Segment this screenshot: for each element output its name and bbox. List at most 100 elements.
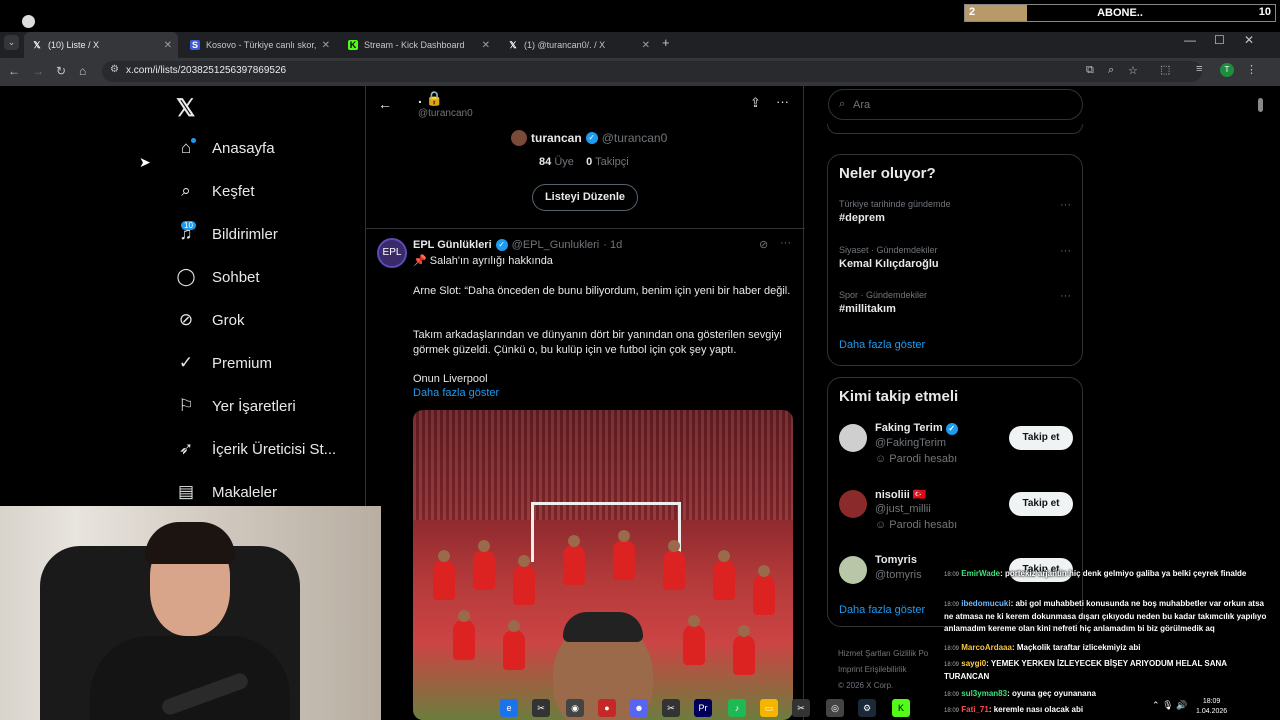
trends-title: Neler oluyor?	[839, 165, 936, 182]
tab-search-chevron-down-icon[interactable]: ⌄	[4, 35, 19, 50]
tab-kick[interactable]: K Stream - Kick Dashboard ✕	[340, 32, 496, 58]
window-close-icon[interactable]: ✕	[1244, 33, 1254, 47]
trend-item[interactable]: Siyaset · Gündemdekiler Kemal Kılıçdaroğ…	[839, 245, 1073, 270]
chrome-icon[interactable]: ◎	[826, 699, 844, 717]
file-explorer-icon[interactable]: ▭	[760, 699, 778, 717]
back-arrow-icon[interactable]: ←	[8, 64, 20, 78]
x-logo-icon[interactable]: 𝕏	[176, 94, 195, 123]
sidebar-item-chat[interactable]: ◯ Sohbet	[176, 267, 259, 287]
capcut-icon[interactable]: ✂	[532, 699, 550, 717]
capcut-icon[interactable]: ✂	[662, 699, 680, 717]
sidebar-item-label: Makaleler	[212, 483, 278, 501]
capcut-icon[interactable]: ✂	[792, 699, 810, 717]
article-icon: ▤	[177, 482, 195, 501]
media-controls-icon[interactable]: ≡	[1196, 63, 1202, 75]
tweet-author-name[interactable]: EPL Günlükleri	[413, 239, 492, 251]
zoom-icon[interactable]: ⌕	[1108, 64, 1114, 77]
sidebar-item-grok[interactable]: ⊘ Grok	[176, 310, 245, 330]
sidebar-item-label: Grok	[212, 311, 245, 329]
premiere-icon[interactable]: Pr	[694, 699, 712, 717]
list-owner[interactable]: turancan ✓ @turancan0	[511, 130, 667, 146]
obs-icon[interactable]: ◉	[566, 699, 584, 717]
taskbar-clock[interactable]: 18:09 1.04.2026	[1196, 697, 1227, 717]
discord-icon[interactable]: ☻	[630, 699, 648, 717]
followers-count[interactable]: 0	[586, 156, 592, 168]
spotify-icon[interactable]: ♪	[728, 699, 746, 717]
chat-message: 18:09 ibedomucuki: abi gol muhabbeti kon…	[944, 599, 1267, 633]
tweet-photo[interactable]	[413, 410, 793, 720]
sidebar-item-creator-studio[interactable]: ➶ İçerik Üreticisi St...	[176, 439, 336, 459]
steam-icon[interactable]: ⚙	[858, 699, 876, 717]
tweet-more-icon[interactable]: ···	[780, 237, 791, 249]
recorder-icon[interactable]: ●	[598, 699, 616, 717]
sidebar-item-articles[interactable]: ▤ Makaleler	[176, 482, 277, 502]
trends-show-more-link[interactable]: Daha fazla göster	[839, 339, 925, 351]
close-icon[interactable]: ✕	[322, 40, 330, 51]
follow-button[interactable]: Takip et	[1009, 492, 1073, 516]
profile-avatar[interactable]: T	[1220, 63, 1234, 77]
bookmark-star-icon[interactable]: ☆	[1128, 64, 1138, 77]
tweet-author-handle[interactable]: @EPL_Gunlukleri	[512, 239, 600, 251]
reload-icon[interactable]: ↻	[56, 64, 66, 78]
system-tray[interactable]: ⌃ 🎙 🔊	[1152, 700, 1187, 711]
tweet-text-line: Onun Liverpool	[413, 373, 488, 385]
forward-arrow-icon[interactable]: →	[32, 64, 44, 78]
lock-icon: 🔒	[425, 90, 444, 106]
edit-list-button[interactable]: Listeyi Düzenle	[532, 184, 638, 211]
follow-button[interactable]: Takip et	[1009, 426, 1073, 450]
chevron-up-icon: ⌃	[1152, 700, 1160, 710]
sidebar-item-premium[interactable]: ✓ Premium	[176, 353, 272, 373]
scrollbar-thumb[interactable]	[1258, 98, 1263, 112]
tab-profile[interactable]: 𝕏 (1) @turancan0/. / X ✕	[500, 32, 656, 58]
edge-icon[interactable]: e	[500, 699, 518, 717]
photo-player	[563, 535, 585, 585]
follow-suggestion[interactable]: nisoliii 🇹🇷 @just_millii ☺ Parodi hesabı…	[839, 488, 1073, 538]
maximize-icon[interactable]: ☐	[1214, 33, 1225, 47]
sidebar-item-label: Keşfet	[212, 182, 255, 200]
extensions-icon[interactable]: ⬚	[1160, 63, 1170, 76]
more-options-icon[interactable]: ···	[1060, 290, 1071, 302]
tab-liste[interactable]: 𝕏 (10) Liste / X ✕	[24, 32, 178, 58]
new-tab-plus-icon[interactable]: +	[662, 35, 670, 50]
clock-date: 1.04.2026	[1196, 708, 1228, 715]
notification-count-badge: 10	[181, 221, 196, 230]
members-label[interactable]: Üye	[554, 156, 574, 168]
verified-badge-icon: ✓	[585, 132, 598, 144]
close-icon[interactable]: ✕	[164, 40, 172, 51]
browser-menu-icon[interactable]: ⋮	[1246, 63, 1257, 76]
trend-context: Spor · Gündemdekiler	[839, 290, 928, 300]
trend-item[interactable]: Spor · Gündemdekiler #millitakım ···	[839, 290, 1073, 315]
site-info-icon[interactable]: ⚙	[110, 64, 119, 75]
tweet-show-more-link[interactable]: Daha fazla göster	[413, 386, 793, 401]
tab-sofascore[interactable]: S Kosovo - Türkiye canlı skor, baş ✕	[182, 32, 336, 58]
minimize-icon[interactable]: —	[1184, 33, 1196, 47]
sidebar-item-bookmarks[interactable]: ⚐ Yer İşaretleri	[176, 396, 295, 416]
share-icon[interactable]: ⇪	[750, 95, 761, 111]
verified-badge-icon: ✓	[495, 239, 508, 251]
search-box[interactable]: ⌕	[828, 89, 1083, 120]
install-app-icon[interactable]: ⧉	[1086, 64, 1094, 77]
who-to-follow-show-more-link[interactable]: Daha fazla göster	[839, 604, 925, 616]
close-icon[interactable]: ✕	[482, 40, 490, 51]
trend-item[interactable]: Türkiye tarihinde gündemde #deprem ···	[839, 199, 1073, 224]
kick-icon[interactable]: K	[892, 699, 910, 717]
follow-suggestion[interactable]: Faking Terim ✓ @FakingTerim ☺ Parodi hes…	[839, 422, 1073, 472]
address-bar-row: ← → ↻ ⌂ ⚙ x.com/i/lists/2038251256397869…	[0, 58, 1280, 86]
avatar[interactable]: EPL	[377, 238, 407, 268]
members-count[interactable]: 84	[539, 156, 551, 168]
sidebar-item-explore[interactable]: ⌕ Keşfet	[176, 181, 255, 201]
sidebar-item-label: Premium	[212, 354, 273, 372]
tweet-time[interactable]: · 1d	[603, 239, 622, 251]
more-options-icon[interactable]: ···	[776, 94, 789, 109]
back-arrow-icon[interactable]: ←	[378, 96, 392, 112]
search-input[interactable]	[853, 96, 1073, 114]
home-icon[interactable]: ⌂	[79, 64, 86, 78]
grok-explain-icon[interactable]: ⊘	[759, 238, 768, 251]
url-omnibox[interactable]: ⚙ x.com/i/lists/2038251256397869526 ⧉ ⌕ …	[102, 61, 1202, 82]
tab-title: (10) Liste / X	[48, 40, 100, 50]
more-options-icon[interactable]: ···	[1060, 245, 1071, 257]
close-icon[interactable]: ✕	[642, 40, 650, 51]
url-text[interactable]: x.com/i/lists/2038251256397869526	[126, 65, 286, 76]
more-options-icon[interactable]: ···	[1060, 199, 1071, 211]
followers-label[interactable]: Takipçi	[595, 156, 629, 168]
